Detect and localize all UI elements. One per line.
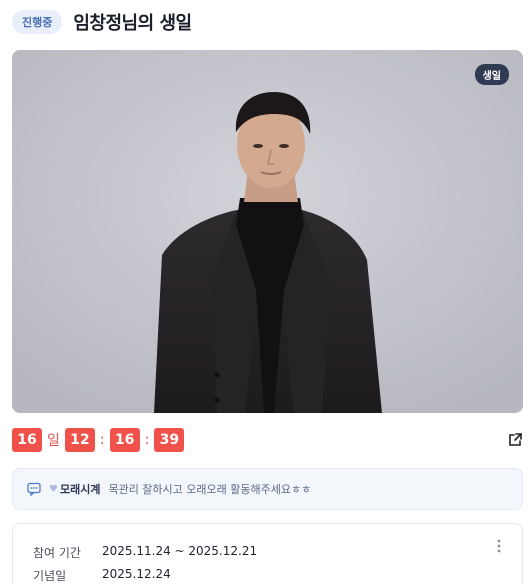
countdown-seconds: 39 [154, 428, 185, 452]
message-text: 목관리 잘하시고 오래오래 활동해주세요ㅎㅎ [108, 483, 312, 496]
event-info-card: 참여 기간 2025.11.24 ~ 2025.12.21 기념일 2025.1… [12, 523, 523, 584]
countdown-minutes: 16 [109, 428, 140, 452]
portrait-illustration [12, 50, 523, 413]
anniversary-label: 기념일 [33, 569, 67, 583]
heart-icon: ♥ [49, 483, 58, 495]
countdown-days: 16 [12, 428, 42, 452]
message-banner[interactable]: ♥ 모래시계 목관리 잘하시고 오래오래 활동해주세요ㅎㅎ [12, 468, 523, 510]
message-author: 모래시계 [59, 483, 101, 496]
anniversary-value: 2025.12.24 [102, 567, 171, 581]
period-label: 참여 기간 [33, 546, 81, 560]
hero-image: 생일 [12, 50, 523, 413]
status-badge: 진행중 [12, 10, 63, 34]
more-vertical-icon[interactable] [494, 538, 504, 554]
page-title: 임창정님의 생일 [73, 13, 192, 34]
time-separator: : [144, 432, 150, 448]
period-value: 2025.11.24 ~ 2025.12.21 [102, 544, 258, 558]
category-tag: 생일 [474, 64, 509, 85]
info-row-period: 참여 기간 2025.11.24 ~ 2025.12.21 [33, 544, 257, 561]
share-icon[interactable] [507, 432, 523, 448]
page-header: 진행중 임창정님의 생일 [12, 9, 192, 35]
info-row-anniversary: 기념일 2025.12.24 [33, 567, 171, 584]
days-unit-label: 일 [47, 433, 60, 449]
chat-icon [27, 482, 41, 496]
time-separator: : [99, 432, 105, 448]
countdown-hours: 12 [64, 428, 95, 452]
countdown-timer: 16 일 12 : 16 : 39 [12, 428, 185, 452]
